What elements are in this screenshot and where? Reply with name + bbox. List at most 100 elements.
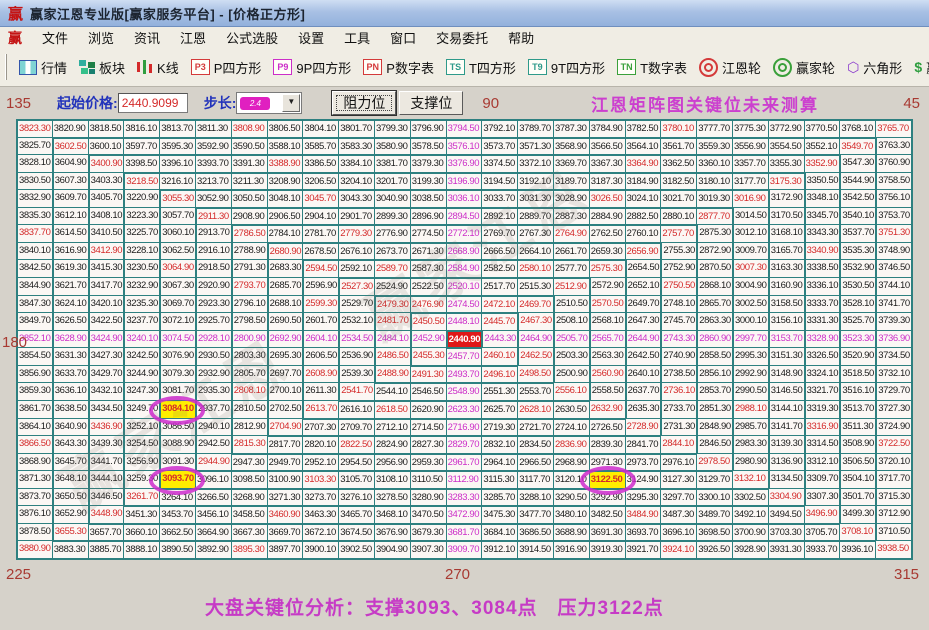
grid-cell: 3744.10 <box>875 277 911 295</box>
tool-p-table[interactable]: PN P数字表 <box>363 58 434 77</box>
grid-cell: 3480.10 <box>552 505 589 523</box>
grid-cell: 3676.90 <box>373 522 410 541</box>
menu-item-4[interactable]: 江恩 <box>170 26 216 49</box>
grid-cell: 2685.70 <box>266 277 303 295</box>
toolbar-grip[interactable] <box>5 54 7 80</box>
grid-cell: 3417.70 <box>87 277 124 295</box>
grid-cell: 3657.70 <box>87 522 124 541</box>
tool-quotes-table[interactable]: 行情 <box>19 58 67 77</box>
menu-item-8[interactable]: 窗口 <box>380 26 426 49</box>
grid-cell: 2992.90 <box>731 364 768 383</box>
grid-cell: 2647.30 <box>624 312 661 330</box>
grid-cell: 2637.70 <box>624 382 661 400</box>
grid-cell: 2496.10 <box>481 364 518 383</box>
grid-cell: 3194.50 <box>481 171 518 190</box>
grid-cell: 2570.50 <box>588 294 625 313</box>
menu-item-2[interactable]: 浏览 <box>78 26 124 49</box>
tool-label: 六角形 <box>863 60 903 76</box>
tool-sector-blocks[interactable]: 板块 <box>79 58 125 77</box>
grid-cell: 2577.70 <box>552 259 589 278</box>
support-button[interactable]: 支撑位 <box>399 91 464 115</box>
grid-cell: 3127.30 <box>660 470 697 488</box>
grid-cell: 3626.50 <box>51 312 88 330</box>
angle-label-45: 45 <box>903 94 920 112</box>
grid-cell: 2522.50 <box>409 277 446 295</box>
angle-label-180: 180 <box>2 334 28 351</box>
grid-cell: 3268.90 <box>230 487 267 506</box>
grid-cell: 2788.90 <box>230 241 267 260</box>
grid-cell: 3290.50 <box>552 487 589 506</box>
grid-cell: 2572.90 <box>588 277 625 295</box>
grid-cell: 3316.90 <box>803 417 840 436</box>
menu-item-10[interactable]: 帮助 <box>498 26 544 49</box>
tool-gann-wheel[interactable]: 江恩轮 <box>699 57 761 77</box>
tool-9t-square[interactable]: T9 9T四方形 <box>527 58 605 77</box>
tool-t-square[interactable]: TS T四方形 <box>445 58 516 77</box>
grid-cell: 2884.90 <box>588 206 625 225</box>
start-price-input[interactable] <box>117 93 188 113</box>
menu-item-5[interactable]: 公式选股 <box>216 26 288 49</box>
grid-cell: 3794.50 <box>445 119 482 137</box>
grid-cell: 2690.50 <box>266 312 303 330</box>
grid-cell: 2820.10 <box>302 435 339 453</box>
grid-cell: 2491.30 <box>409 364 446 383</box>
tool-winner-wheel[interactable]: 赢家轮 <box>773 57 835 77</box>
menu-item-1[interactable]: 文件 <box>32 26 78 49</box>
grid-cell: 3427.30 <box>87 347 124 365</box>
grid-cell: 2767.30 <box>517 224 553 242</box>
menu-item-6[interactable]: 设置 <box>288 26 334 49</box>
grid-cell: 2803.30 <box>230 347 267 365</box>
menu-item-9[interactable]: 交易委托 <box>426 26 498 49</box>
grid-cell: 2635.30 <box>624 399 661 418</box>
grid-cell: 3756.10 <box>875 189 911 207</box>
grid-cell: 2613.70 <box>302 399 339 418</box>
tool-candlestick[interactable]: K线 <box>137 58 179 77</box>
grid-cell: 3914.50 <box>517 540 553 558</box>
tool-label: 板块 <box>99 60 126 76</box>
tool-t-table[interactable]: TN T数字表 <box>617 58 687 77</box>
grid-cell: 3103.30 <box>302 470 339 488</box>
grid-cell: 3549.70 <box>839 136 876 155</box>
grid-cell: 3357.70 <box>731 154 768 172</box>
tool-9p-square[interactable]: P9 9P四方形 <box>273 58 351 77</box>
title-bar: 赢 赢家江恩专业版[赢家服务平台] - [价格正方形] <box>0 0 929 27</box>
grid-cell: 2944.90 <box>194 452 231 471</box>
grid-cell: 3842.50 <box>16 259 52 278</box>
grid-cell: 3326.50 <box>803 347 840 365</box>
grid-cell: 3722.50 <box>875 435 911 453</box>
grid-cell: 3727.30 <box>875 399 911 418</box>
grid-cell: 3506.50 <box>839 452 876 471</box>
resistance-button[interactable]: 阻力位 <box>331 90 398 116</box>
grid-cell: 2839.30 <box>588 435 625 453</box>
grid-cell: 2472.10 <box>481 294 518 313</box>
grid-cell: 3057.70 <box>159 206 195 225</box>
grid-cell: 3816.10 <box>123 119 160 137</box>
grid-cell: 3285.70 <box>481 487 518 506</box>
tool-p-square[interactable]: P3 P四方形 <box>190 58 261 77</box>
menu-item-3[interactable]: 资讯 <box>124 26 170 49</box>
tool-hexagon[interactable]: ⬡ 六角形 <box>847 58 902 77</box>
grid-cell: 3518.50 <box>839 364 876 383</box>
grid-cell: 2443.30 <box>481 329 518 348</box>
grid-cell: 3532.90 <box>839 259 876 278</box>
grid-cell: 3777.70 <box>696 119 732 137</box>
grid-cell: 3364.90 <box>624 154 661 172</box>
grid-cell: 2666.50 <box>481 241 518 260</box>
grid-cell: 3496.90 <box>803 505 840 523</box>
angle-label-270: 270 <box>445 566 471 583</box>
grid-cell: 2642.50 <box>624 347 661 365</box>
9p-square-icon: P9 <box>273 59 293 75</box>
grid-cell: 3552.10 <box>803 136 840 155</box>
grid-cell: 3120.10 <box>552 470 589 488</box>
grid-cell: 3391.30 <box>230 154 267 172</box>
step-dropdown[interactable]: 2.4 ▼ <box>236 92 303 114</box>
grid-cell: 3146.50 <box>767 382 804 400</box>
grid-cell: 2700.10 <box>266 382 303 400</box>
chevron-down-icon[interactable]: ▼ <box>282 94 301 112</box>
grid-cell: 3484.90 <box>624 505 661 523</box>
tool-dollar[interactable]: $赢家服务 <box>914 58 929 77</box>
menu-item-7[interactable]: 工具 <box>334 26 380 49</box>
grid-cell: 3564.10 <box>624 136 661 155</box>
grid-cell: 2880.10 <box>660 206 697 225</box>
grid-cell: 3249.70 <box>123 399 160 418</box>
